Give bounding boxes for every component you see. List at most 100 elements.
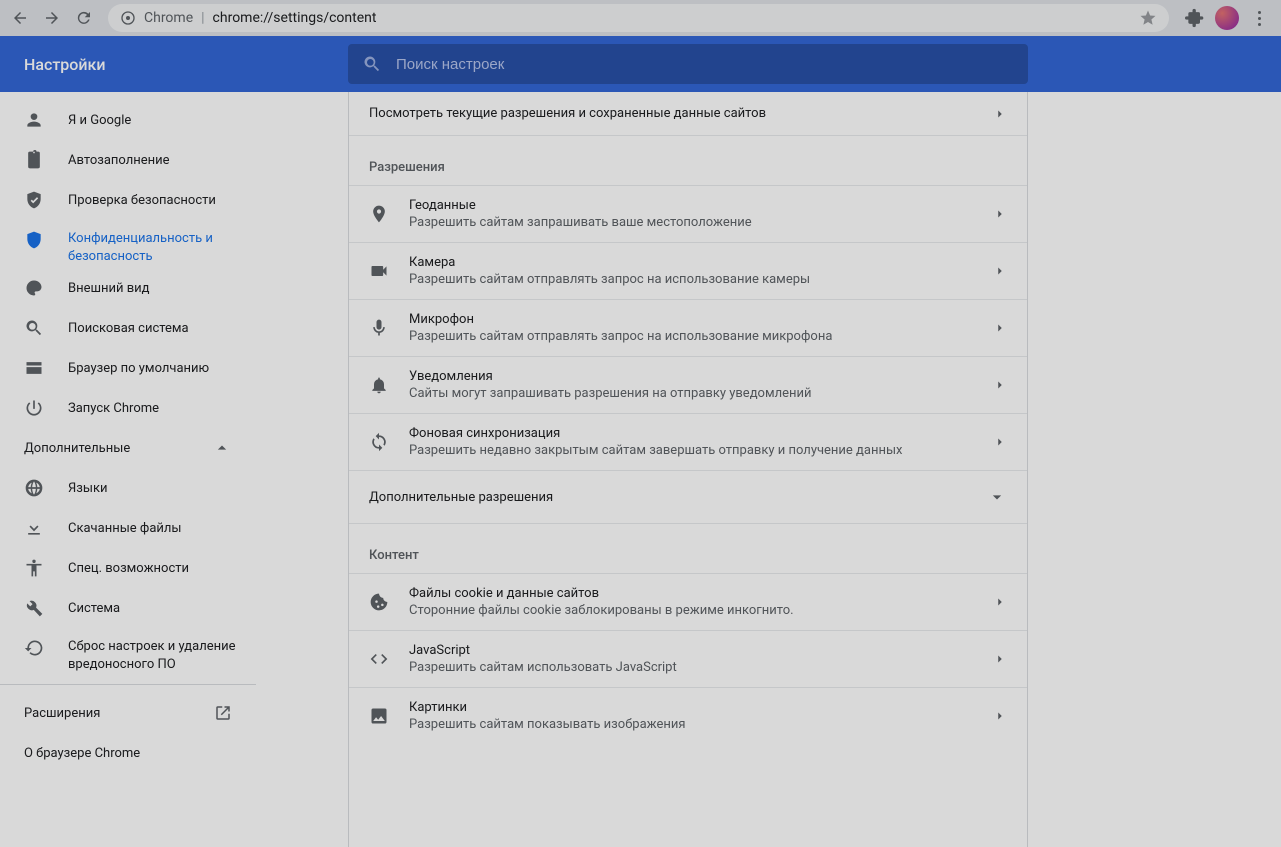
- accessibility-icon: [24, 558, 44, 578]
- view-site-data-row[interactable]: Посмотреть текущие разрешения и сохранен…: [349, 92, 1027, 136]
- settings-search-input[interactable]: [396, 56, 1014, 73]
- chevron-right-icon: [993, 378, 1007, 392]
- restore-icon: [24, 638, 44, 658]
- browser-toolbar: Chrome | chrome://settings/content: [0, 0, 1281, 36]
- sidebar-label: Внешний вид: [68, 281, 150, 296]
- permission-camera[interactable]: Камера Разрешить сайтам отправлять запро…: [349, 242, 1027, 299]
- permission-notifications[interactable]: Уведомления Сайты могут запрашивать разр…: [349, 356, 1027, 413]
- chevron-right-icon: [993, 107, 1007, 121]
- shield-icon: [24, 230, 44, 250]
- sidebar-label-2: безопасность: [68, 248, 213, 266]
- person-icon: [24, 110, 44, 130]
- sidebar-item-default-browser[interactable]: Браузер по умолчанию: [0, 348, 256, 388]
- permission-microphone[interactable]: Микрофон Разрешить сайтам отправлять зап…: [349, 299, 1027, 356]
- sidebar-label: Автозаполнение: [68, 153, 170, 168]
- sidebar-item-system[interactable]: Система: [0, 588, 256, 628]
- location-icon: [369, 204, 389, 224]
- sidebar-label: Я и Google: [68, 113, 131, 128]
- about-label: О браузере Chrome: [24, 746, 140, 761]
- more-permissions-label: Дополнительные разрешения: [369, 490, 553, 505]
- content-cookies[interactable]: Файлы cookie и данные сайтов Сторонние ф…: [349, 573, 1027, 630]
- settings-title: Настройки: [0, 55, 348, 74]
- perm-desc: Разрешить сайтам отправлять запрос на ис…: [409, 272, 993, 287]
- settings-header: Настройки: [0, 36, 1281, 92]
- more-permissions-row[interactable]: Дополнительные разрешения: [349, 470, 1027, 524]
- chevron-right-icon: [993, 435, 1007, 449]
- extensions-icon[interactable]: [1185, 8, 1205, 28]
- perm-desc: Разрешить сайтам отправлять запрос на ис…: [409, 329, 993, 344]
- sidebar-item-accessibility[interactable]: Спец. возможности: [0, 548, 256, 588]
- sidebar-item-languages[interactable]: Языки: [0, 468, 256, 508]
- settings-search[interactable]: [348, 44, 1028, 84]
- profile-avatar[interactable]: [1215, 6, 1239, 30]
- sidebar-item-safety[interactable]: Проверка безопасности: [0, 180, 256, 220]
- sidebar-label: Проверка безопасности: [68, 193, 216, 208]
- sidebar-item-reset[interactable]: Сброс настроек и удаление вредоносного П…: [0, 628, 256, 676]
- sidebar-label: Скачанные файлы: [68, 521, 182, 536]
- sidebar-item-people[interactable]: Я и Google: [0, 100, 256, 140]
- sidebar-label: Поисковая система: [68, 321, 189, 336]
- wrench-icon: [24, 598, 44, 618]
- sidebar-label: Браузер по умолчанию: [68, 361, 209, 376]
- sidebar-item-about[interactable]: О браузере Chrome: [0, 733, 256, 773]
- search-icon: [362, 54, 382, 74]
- download-icon: [24, 518, 44, 538]
- address-bar[interactable]: Chrome | chrome://settings/content: [108, 4, 1169, 32]
- perm-desc: Разрешить недавно закрытым сайтам заверш…: [409, 443, 993, 458]
- search-icon: [24, 318, 44, 338]
- sidebar-item-extensions[interactable]: Расширения: [0, 693, 256, 733]
- sidebar-label: Спец. возможности: [68, 561, 189, 576]
- menu-button[interactable]: [1249, 11, 1269, 26]
- content-images[interactable]: Картинки Разрешить сайтам показывать изо…: [349, 687, 1027, 744]
- window-icon: [24, 358, 44, 378]
- url-origin: Chrome: [144, 10, 193, 26]
- sidebar-item-search[interactable]: Поисковая система: [0, 308, 256, 348]
- sidebar-item-downloads[interactable]: Скачанные файлы: [0, 508, 256, 548]
- star-icon[interactable]: [1139, 9, 1157, 27]
- settings-sidebar: Я и Google Автозаполнение Проверка безоп…: [0, 92, 256, 847]
- sidebar-item-appearance[interactable]: Внешний вид: [0, 268, 256, 308]
- chevron-right-icon: [993, 595, 1007, 609]
- chevron-right-icon: [993, 321, 1007, 335]
- row-label: Посмотреть текущие разрешения и сохранен…: [369, 106, 766, 121]
- permission-background-sync[interactable]: Фоновая синхронизация Разрешить недавно …: [349, 413, 1027, 470]
- back-button[interactable]: [6, 4, 34, 32]
- content-title: JavaScript: [409, 643, 993, 658]
- extensions-label: Расширения: [24, 706, 100, 721]
- content-section-title: Контент: [349, 524, 1027, 573]
- perm-desc: Разрешить сайтам запрашивать ваше местоп…: [409, 215, 993, 230]
- permission-location[interactable]: Геоданные Разрешить сайтам запрашивать в…: [349, 185, 1027, 242]
- chevron-right-icon: [993, 709, 1007, 723]
- globe-icon: [24, 478, 44, 498]
- reload-button[interactable]: [70, 4, 98, 32]
- chevron-right-icon: [993, 207, 1007, 221]
- camera-icon: [369, 261, 389, 281]
- palette-icon: [24, 278, 44, 298]
- clipboard-icon: [24, 150, 44, 170]
- sidebar-label: Конфиденциальность и: [68, 230, 213, 248]
- chevron-right-icon: [993, 652, 1007, 666]
- sidebar-item-startup[interactable]: Запуск Chrome: [0, 388, 256, 428]
- settings-content: Посмотреть текущие разрешения и сохранен…: [256, 92, 1281, 847]
- power-icon: [24, 398, 44, 418]
- cookie-icon: [369, 592, 389, 612]
- url-path: chrome://settings/content: [213, 10, 377, 26]
- sidebar-label: Сброс настроек и удаление: [68, 638, 236, 656]
- sidebar-advanced-toggle[interactable]: Дополнительные: [0, 428, 256, 468]
- content-javascript[interactable]: JavaScript Разрешить сайтам использовать…: [349, 630, 1027, 687]
- sidebar-item-privacy[interactable]: Конфиденциальность и безопасность: [0, 220, 256, 268]
- content-title: Картинки: [409, 700, 993, 715]
- sidebar-divider: [0, 684, 256, 685]
- perm-desc: Сайты могут запрашивать разрешения на от…: [409, 386, 993, 401]
- url-separator: |: [201, 10, 204, 26]
- content-desc: Разрешить сайтам показывать изображения: [409, 717, 993, 732]
- perm-title: Микрофон: [409, 312, 993, 327]
- permissions-section-title: Разрешения: [349, 136, 1027, 185]
- sync-icon: [369, 432, 389, 452]
- sidebar-item-autofill[interactable]: Автозаполнение: [0, 140, 256, 180]
- sidebar-label: Система: [68, 601, 120, 616]
- sidebar-label-2: вредоносного ПО: [68, 656, 236, 674]
- forward-button[interactable]: [38, 4, 66, 32]
- bell-icon: [369, 375, 389, 395]
- content-title: Файлы cookie и данные сайтов: [409, 586, 993, 601]
